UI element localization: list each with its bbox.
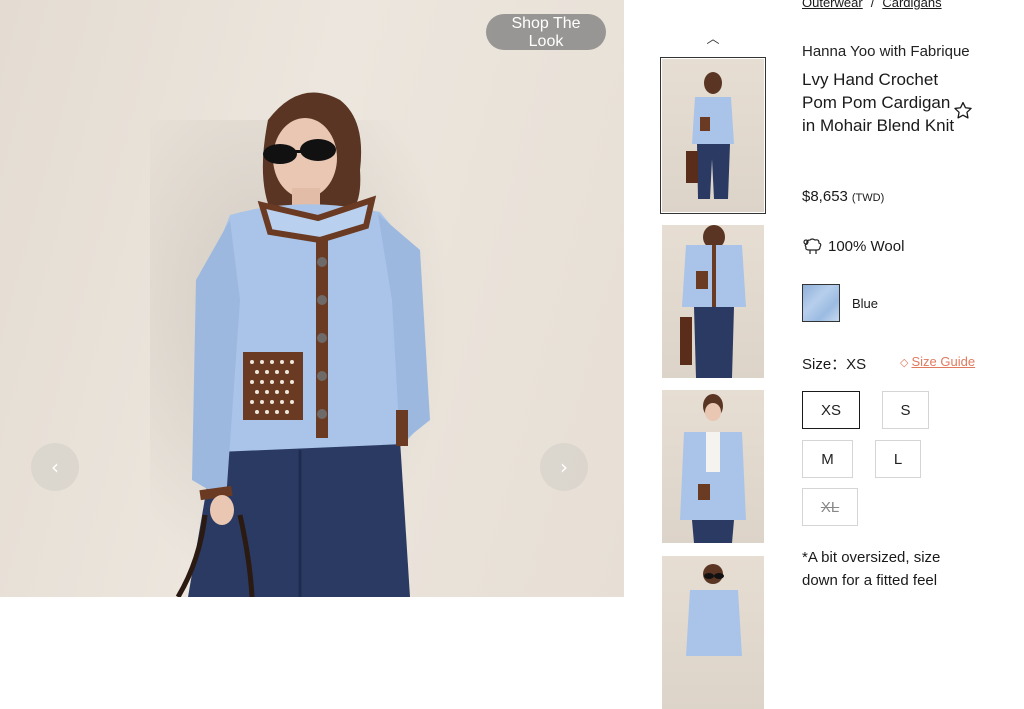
material-info: 100% Wool (802, 235, 904, 257)
product-price: $8,653 (TWD) (802, 188, 884, 205)
fit-note: *A bit oversized, size down for a fitted… (802, 549, 941, 589)
selected-size-label: Size：XS (802, 356, 867, 373)
tag-icon: ◇ (900, 357, 909, 369)
breadcrumb-separator: / (870, 0, 875, 10)
size-option-s[interactable]: S (882, 391, 929, 429)
thumbnail-4[interactable] (662, 556, 764, 709)
star-outline-icon[interactable] (952, 100, 974, 122)
thumbnail-3[interactable] (662, 390, 764, 543)
price-currency: (TWD) (851, 192, 885, 204)
chevron-left-icon: ‹ (51, 455, 59, 479)
breadcrumb: Outerwear / Cardigans (802, 0, 942, 10)
product-main-image: Shop The Look ‹ › (0, 0, 624, 597)
thumbnail-2-image (680, 225, 746, 378)
size-option-xl[interactable]: XL (802, 488, 858, 526)
thumbnail-4-image (686, 564, 742, 656)
size-option-xs[interactable]: XS (802, 391, 860, 429)
thumbnail-1-image (686, 72, 734, 199)
size-guide-link[interactable]: ◇ Size Guide (900, 354, 975, 369)
breadcrumb-outerwear[interactable]: Outerwear (802, 0, 863, 10)
size-option-m[interactable]: M (802, 440, 853, 478)
sheep-icon (803, 238, 822, 254)
material-label: 100% Wool (828, 237, 905, 255)
color-swatch-blue[interactable] (802, 284, 840, 322)
breadcrumb-cardigans[interactable]: Cardigans (882, 0, 941, 10)
shop-the-look-button[interactable]: Shop The Look (486, 14, 606, 50)
size-guide-label: Size Guide (911, 354, 976, 369)
chevron-right-icon: › (560, 455, 568, 479)
thumbnail-3-image (680, 394, 746, 543)
thumbnail-1[interactable] (660, 57, 766, 214)
chevron-up-icon: ︿ (706, 31, 720, 47)
thumbnail-scroll-up-button[interactable]: ︿ (700, 26, 726, 48)
size-option-l[interactable]: L (875, 440, 921, 478)
model-illustration (175, 92, 430, 597)
thumbnail-2[interactable] (662, 225, 764, 378)
previous-image-button[interactable]: ‹ (31, 443, 79, 491)
price-value: $8,653 (802, 188, 848, 205)
next-image-button[interactable]: › (540, 443, 588, 491)
product-brand[interactable]: Hanna Yoo with Fabrique (802, 43, 970, 60)
color-name: Blue (852, 296, 879, 311)
product-title: Lvy Hand Crochet Pom Pom Cardigan in Moh… (802, 70, 955, 135)
